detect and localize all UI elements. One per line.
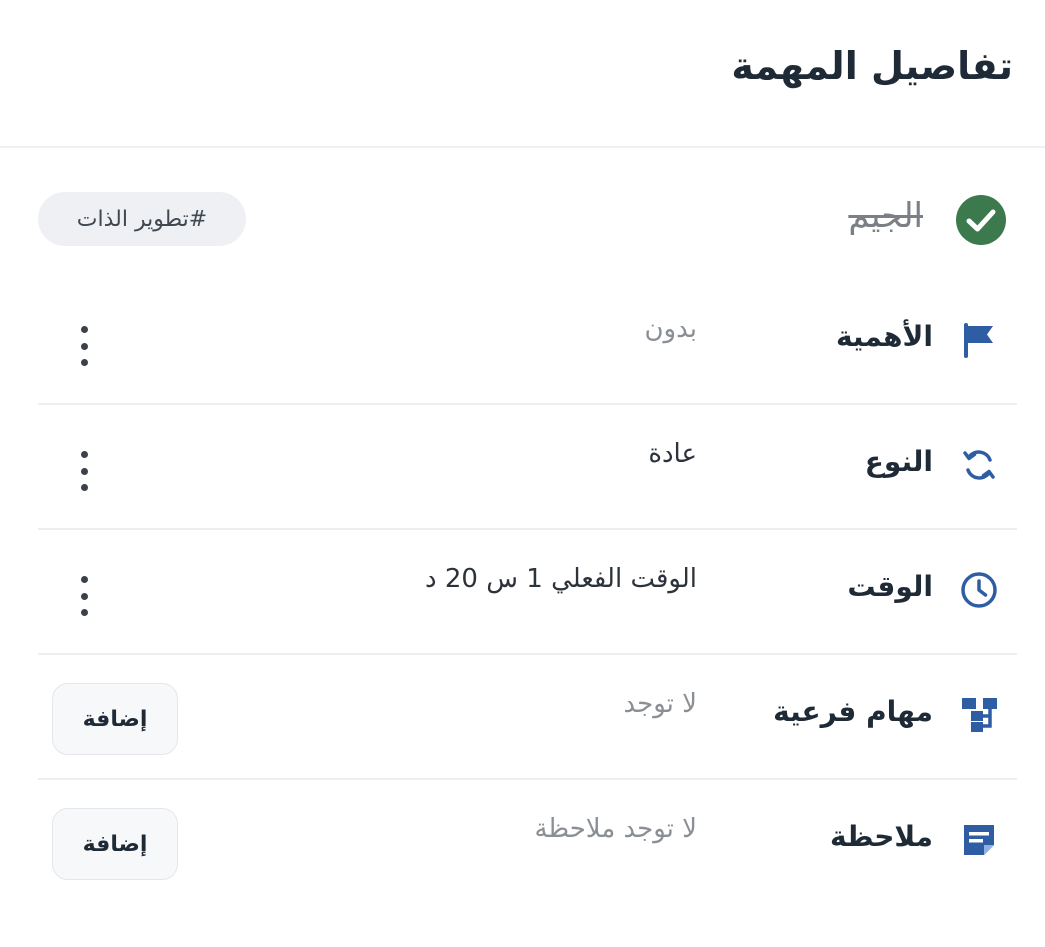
row-label: الوقت (847, 570, 933, 603)
subtasks-icon (962, 698, 997, 732)
row-value: لا توجد ملاحظة (534, 814, 697, 844)
tag-chip[interactable]: #تطوير الذات (38, 192, 246, 246)
task-details-panel: تفاصيل المهمة الجيم #تطوير الذات الأهمية… (0, 0, 1045, 947)
dot (80, 484, 88, 491)
repeat-icon (963, 450, 995, 480)
dot (80, 342, 88, 350)
note-icon (964, 825, 994, 855)
detail-row-type: النوع عادة (38, 405, 1017, 530)
panel-header: تفاصيل المهمة (0, 0, 1045, 148)
dot (80, 451, 88, 458)
detail-row-subtasks: مهام فرعية لا توجد إضافة (38, 655, 1017, 780)
add-note-button[interactable]: إضافة (52, 808, 178, 880)
row-value: عادة (648, 439, 697, 469)
row-value: الوقت الفعلي 1 س 20 د (425, 564, 697, 594)
clock-icon (961, 572, 997, 608)
row-label: مهام فرعية (773, 695, 933, 728)
dot (80, 576, 88, 583)
row-value: بدون (644, 314, 697, 344)
more-options-button[interactable] (72, 576, 96, 616)
dot (80, 359, 88, 366)
row-label: النوع (864, 445, 933, 478)
detail-row-priority: الأهمية بدون (38, 280, 1017, 405)
details-list: الأهمية بدون النوع عادة الوقت الوقت الفع… (38, 280, 1017, 903)
dot (80, 609, 88, 616)
task-summary: الجيم #تطوير الذات (0, 190, 1045, 250)
dot (80, 467, 88, 475)
task-name: الجيم (848, 196, 923, 236)
detail-row-time: الوقت الوقت الفعلي 1 س 20 د (38, 530, 1017, 655)
row-value: لا توجد (623, 689, 697, 719)
row-label: الأهمية (835, 320, 933, 353)
more-options-button[interactable] (72, 451, 96, 491)
dot (80, 592, 88, 600)
check-circle-icon[interactable] (955, 194, 1007, 246)
detail-row-note: ملاحظة لا توجد ملاحظة إضافة (38, 780, 1017, 903)
dot (80, 326, 88, 333)
more-options-button[interactable] (72, 326, 96, 366)
row-label: ملاحظة (829, 820, 933, 853)
add-subtask-button[interactable]: إضافة (52, 683, 178, 755)
page-title: تفاصيل المهمة (731, 44, 1013, 88)
flag-icon (964, 323, 993, 358)
